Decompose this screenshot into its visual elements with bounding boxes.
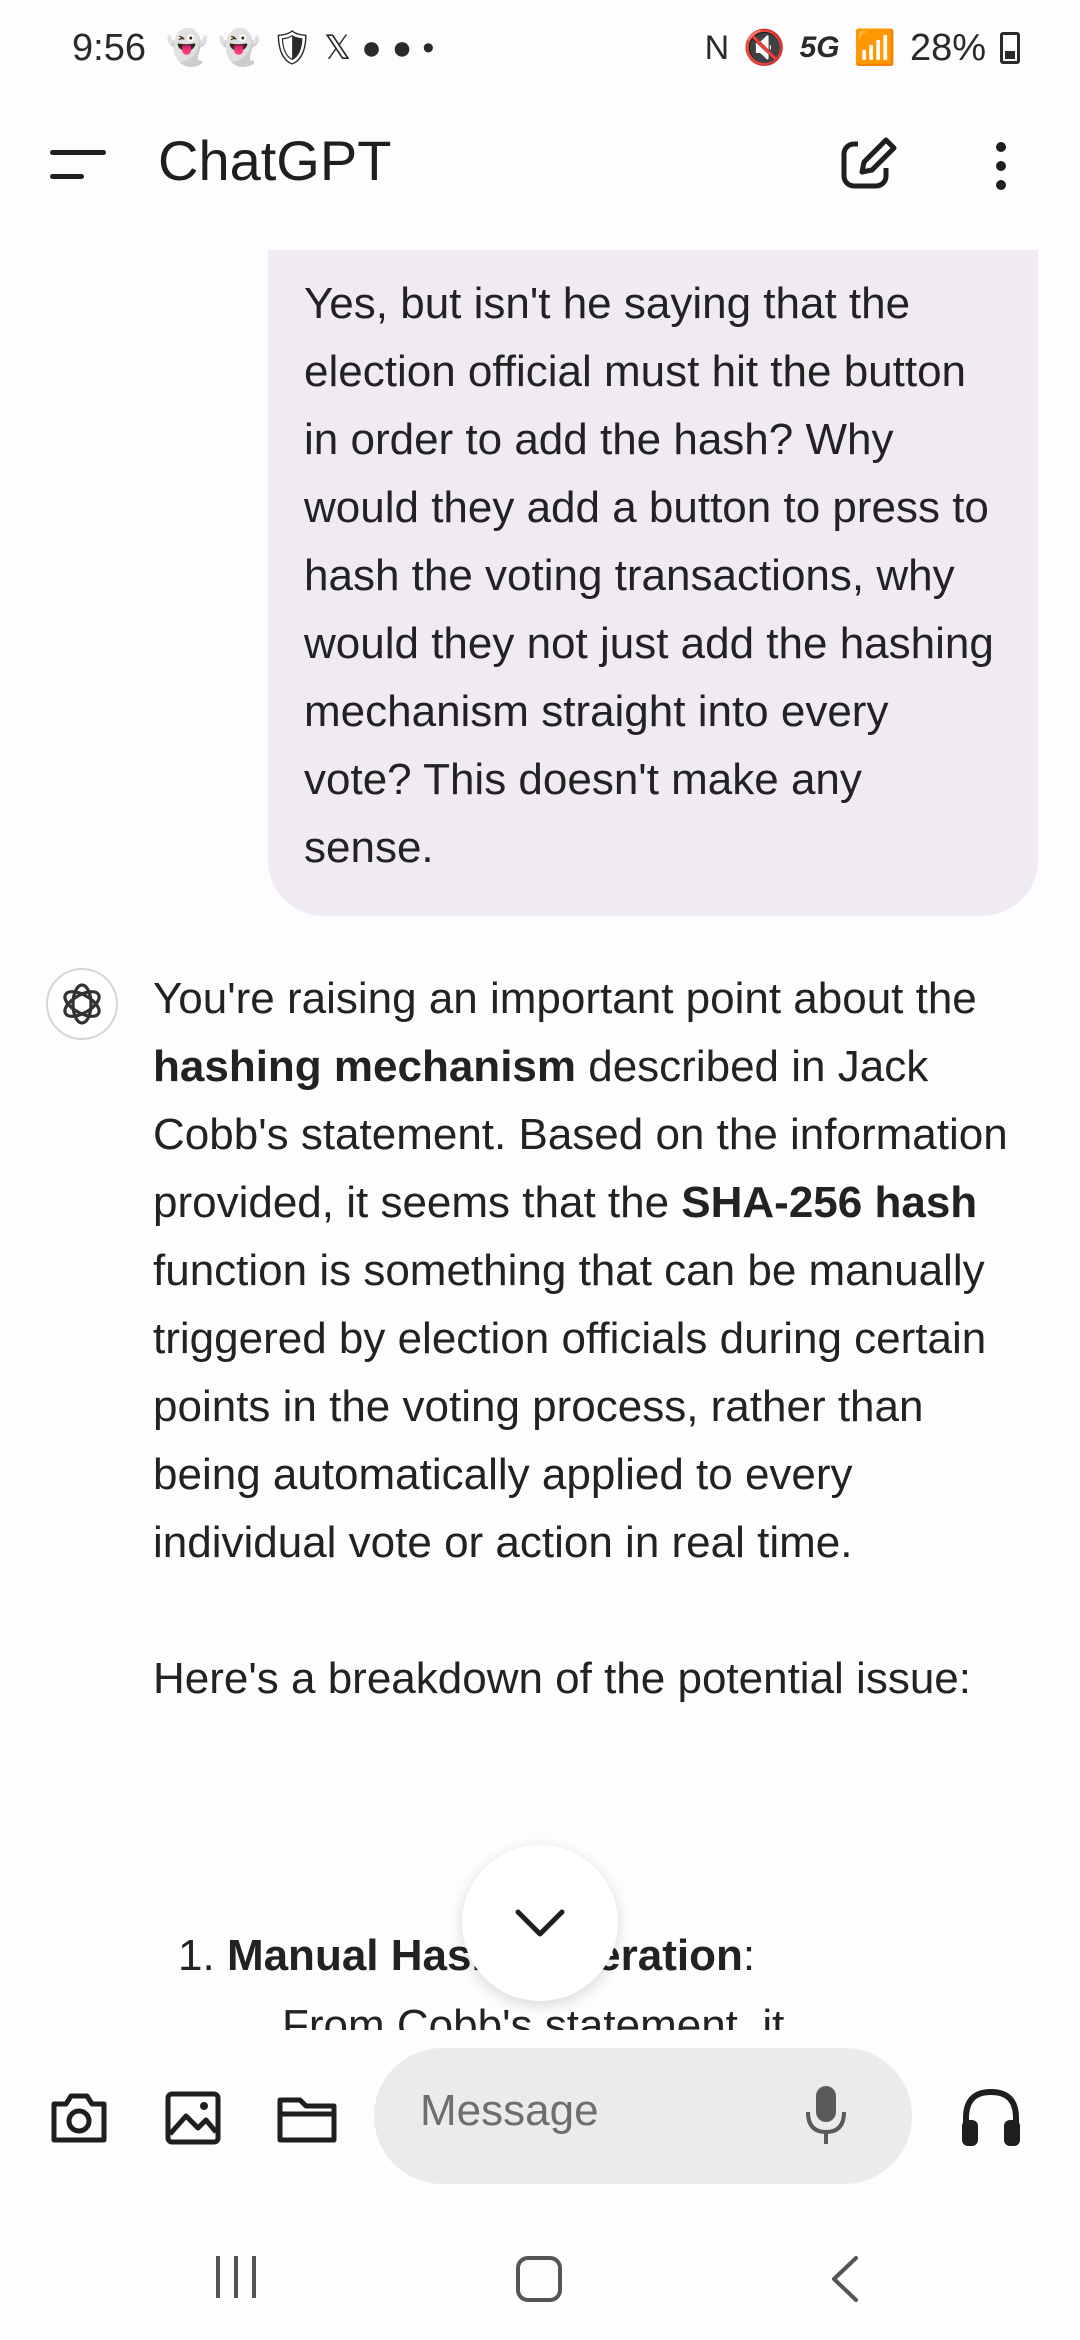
image-icon[interactable] (162, 2086, 224, 2148)
status-right: N 🔇 5G 📶 28% (705, 27, 1020, 70)
snapchat-icon: 👻 (165, 29, 209, 67)
camera-icon[interactable] (48, 2086, 110, 2148)
nfc-icon: N (704, 29, 730, 67)
compose-bar: Message (0, 2040, 1080, 2200)
status-bar: 9:56 👻 👻 🛡 𝕏 ● ● • N 🔇 5G 📶 28% (0, 0, 1080, 96)
x-icon: 𝕏 (323, 29, 352, 67)
assistant-paragraph-1: You're raising an important point about … (153, 974, 1008, 1567)
network-type: 5G (799, 31, 840, 64)
app-title: ChatGPT (158, 129, 392, 192)
status-time: 9:56 (72, 26, 146, 69)
app-bar: ChatGPT (0, 110, 1080, 220)
home-icon[interactable] (516, 2256, 562, 2302)
status-left: 9:56 👻 👻 🛡 𝕏 ● ● • (72, 27, 434, 70)
chatgpt-logo-icon (46, 968, 118, 1040)
assistant-paragraph-2: Here's a breakdown of the potential issu… (153, 1654, 971, 1703)
folder-icon[interactable] (276, 2086, 338, 2148)
user-message-bubble[interactable]: Yes, but isn't he saying that the electi… (268, 250, 1038, 916)
headphones-icon[interactable] (958, 2084, 1024, 2150)
chevron-down-icon (515, 1909, 565, 1937)
signal-icon: 📶 (853, 29, 896, 67)
bold-term: SHA-256 hash (681, 1178, 978, 1227)
mute-icon: 🔇 (743, 29, 786, 67)
microphone-icon[interactable] (804, 2082, 848, 2148)
reddit-icon: ● (391, 29, 413, 67)
menu-icon[interactable] (50, 146, 106, 186)
assistant-message: You're raising an important point about … (153, 965, 1023, 1781)
battery-level: 28% (909, 26, 986, 69)
more-options-icon[interactable] (990, 136, 1014, 196)
reddit-icon: ● (361, 29, 382, 67)
message-input[interactable]: Message (374, 2048, 912, 2184)
chat-area[interactable]: Yes, but isn't he saying that the electi… (0, 250, 1080, 2030)
snapchat-icon: 👻 (218, 29, 261, 67)
brave-icon: 🛡 (270, 29, 314, 67)
message-placeholder: Message (420, 2086, 599, 2135)
scroll-down-button[interactable] (462, 1845, 618, 2001)
screen: 9:56 👻 👻 🛡 𝕏 ● ● • N 🔇 5G 📶 28% ChatGPT (0, 0, 1080, 2340)
back-icon[interactable] (826, 2254, 862, 2304)
battery-icon (1000, 32, 1020, 64)
new-chat-icon[interactable] (838, 132, 900, 194)
bold-term: hashing mechanism (153, 1042, 577, 1091)
system-nav-bar (0, 2220, 1080, 2340)
more-notifications-icon: • (422, 29, 435, 67)
recent-apps-icon[interactable] (214, 2256, 258, 2300)
